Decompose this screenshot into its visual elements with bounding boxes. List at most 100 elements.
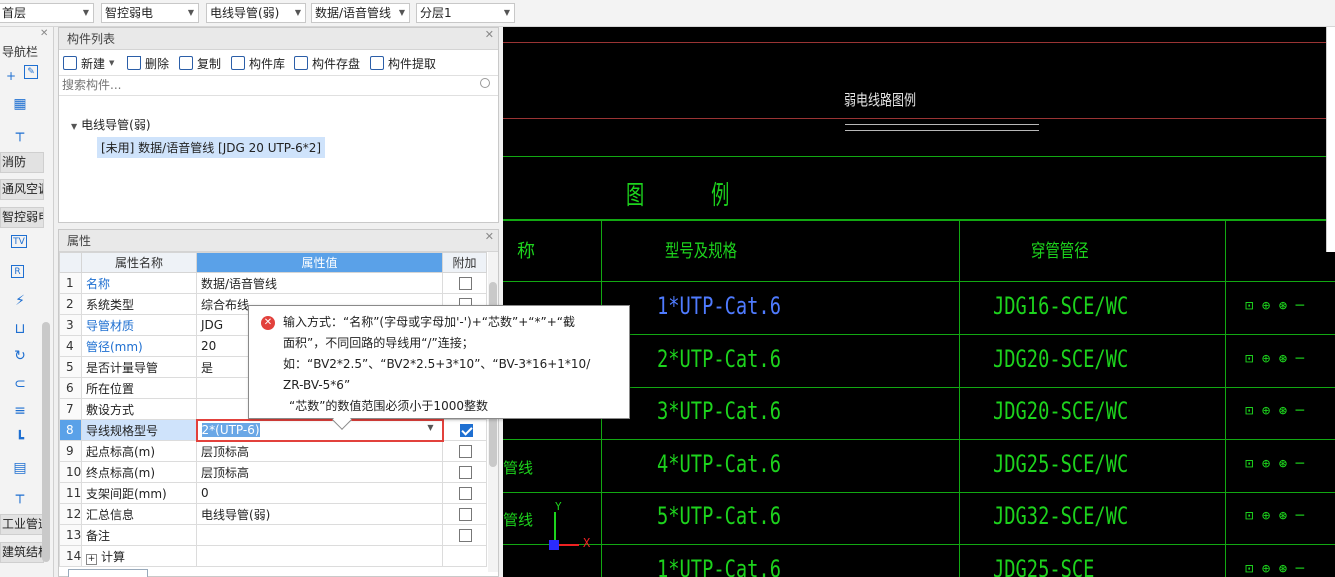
nav-category-structure[interactable]: 建筑结构 [0, 542, 44, 563]
property-value[interactable] [196, 545, 443, 567]
extra-checkbox[interactable] [459, 508, 472, 521]
extra-cell [442, 482, 487, 504]
cad-line [1225, 219, 1226, 577]
row-number: 8 [59, 419, 82, 441]
chevron-down-icon[interactable]: ▼ [427, 423, 433, 432]
header-value[interactable]: 属性值 [196, 252, 443, 273]
property-name: 名称 [81, 272, 197, 294]
nav-category-fire[interactable]: 消防 [0, 152, 44, 173]
cad-legend-heading: 图 例 [626, 181, 758, 211]
extra-checkbox[interactable] [459, 445, 472, 458]
property-name-text: 名称 [86, 276, 111, 291]
close-icon[interactable]: ✕ [485, 226, 494, 248]
row-number: 14 [59, 545, 82, 567]
wire-spec-input[interactable]: 2*(UTP-6) ▼ [195, 418, 444, 442]
cad-conduit: JDG25-SCE/WC [993, 449, 1129, 478]
header-extra[interactable]: 附加 [442, 252, 487, 273]
cad-symbol: ⊡ ⊕ ⊛ ─ [1245, 403, 1305, 419]
axis-x [559, 544, 579, 546]
cable-icon[interactable]: ⊂ [11, 375, 29, 393]
close-icon[interactable]: ✕ [485, 24, 494, 46]
property-row[interactable]: 8 导线规格型号 2*(UTP-6) ▼ [59, 418, 487, 442]
tv-icon[interactable]: TV [11, 235, 27, 248]
extra-checkbox[interactable] [459, 529, 472, 542]
register-icon[interactable]: R [11, 265, 24, 278]
scrollbar[interactable] [42, 322, 50, 562]
extra-cell [442, 440, 487, 462]
row-number: 3 [59, 314, 82, 336]
nav-category-industrial-pipe[interactable]: 工业管道 [0, 514, 44, 535]
tray-icon[interactable]: ⊔ [11, 320, 29, 338]
floor-select[interactable]: 首层 ▼ [0, 3, 94, 23]
nav-category-weak-current[interactable]: 智控弱电 [0, 207, 44, 228]
cad-viewport[interactable]: 弱电线路图例 图 例 称 型号及规格 穿管管径 1*UTP-Cat.6 JDG16… [503, 27, 1335, 577]
discipline-select[interactable]: 智控弱电 ▼ [101, 3, 199, 23]
property-row[interactable]: 1 名称 数据/语音管线 [59, 272, 487, 294]
extract-component-button[interactable]: 构件提取 [370, 54, 436, 72]
wiring-icon[interactable]: ≡ [11, 402, 29, 420]
device-icon[interactable]: ▤ [11, 459, 29, 477]
tooltip-line: 如：“BV2*2.5”、“BV2*2.5+3*10”、“BV-3*16+1*10… [283, 357, 591, 371]
property-value[interactable]: 层顶标高 [196, 461, 443, 483]
property-value[interactable]: 数据/语音管线 [196, 272, 443, 294]
cad-line [503, 156, 1335, 157]
support-icon[interactable]: ┬ [11, 487, 29, 505]
extra-checkbox[interactable] [459, 277, 472, 290]
property-value[interactable]: 电线导管(弱) [196, 503, 443, 525]
save-component-button[interactable]: 构件存盘 [294, 54, 360, 72]
property-row[interactable]: 10 终点标高(m) 层顶标高 [59, 461, 487, 483]
layer-select[interactable]: 分层1 ▼ [416, 3, 515, 23]
search-input[interactable] [62, 76, 472, 94]
tooltip-line: ZR-BV-5*6” [283, 378, 351, 392]
panel-icon[interactable]: ⚡ [11, 292, 29, 310]
extra-checkbox[interactable] [459, 487, 472, 500]
property-row[interactable]: 9 起点标高(m) 层顶标高 [59, 440, 487, 462]
nav-category-hvac[interactable]: 通风空调 [0, 179, 44, 200]
delete-button[interactable]: 删除 [127, 54, 169, 72]
new-button[interactable]: 新建 ▼ [63, 54, 114, 72]
row-number: 13 [59, 524, 82, 546]
extra-cell [442, 503, 487, 525]
component-type-select[interactable]: 电线导管(弱) ▼ [206, 3, 306, 23]
tree-root[interactable]: ▼ 电线导管(弱) [71, 116, 151, 133]
conduit-icon[interactable]: ↻ [11, 347, 29, 365]
library-button[interactable]: 构件库 [231, 54, 285, 72]
chevron-down-icon: ▼ [503, 8, 510, 17]
property-value[interactable]: 层顶标高 [196, 440, 443, 462]
tooltip-line: “芯数”的数值范围必须小于1000整数 [289, 399, 488, 413]
row-number: 5 [59, 356, 82, 378]
property-row[interactable]: 11 支架间距(mm) 0 [59, 482, 487, 504]
component-select[interactable]: 数据/语音管线 ▼ [311, 3, 410, 23]
property-name: 所在位置 [81, 377, 197, 399]
cad-model: 4*UTP-Cat.6 [657, 449, 781, 478]
fitting-icon[interactable]: ┗ [11, 430, 29, 448]
copy-button[interactable]: 复制 [179, 54, 221, 72]
property-row[interactable]: 14 + 计算 [59, 545, 487, 567]
property-value[interactable] [196, 524, 443, 546]
cad-line [959, 219, 960, 577]
edit-icon[interactable]: ✎ [24, 65, 38, 79]
expand-icon[interactable]: + [86, 553, 97, 565]
pipe-icon[interactable]: ┬ [11, 125, 29, 143]
row-number: 1 [59, 272, 82, 294]
trash-icon [127, 56, 141, 70]
cad-line [503, 439, 1335, 440]
cad-line [845, 130, 1039, 131]
add-icon[interactable]: + [2, 67, 20, 85]
property-row[interactable]: 12 汇总信息 电线导管(弱) [59, 503, 487, 525]
bottom-tab[interactable] [68, 569, 148, 577]
wire-spec-value: 2*(UTP-6) [201, 423, 260, 437]
property-row[interactable]: 13 备注 [59, 524, 487, 546]
tree-item-selected[interactable]: [未用] 数据/语音管线 [JDG 20 UTP-6*2] [97, 137, 326, 158]
side-toolbar[interactable] [1326, 27, 1335, 252]
extra-checkbox[interactable] [459, 466, 472, 479]
property-name-text: 导线规格型号 [86, 423, 159, 438]
search-icon[interactable] [480, 78, 490, 88]
close-icon[interactable]: ✕ [40, 28, 48, 39]
property-name: 是否计量导管 [81, 356, 197, 378]
extra-cell [442, 524, 487, 546]
property-value[interactable]: 0 [196, 482, 443, 504]
header-name[interactable]: 属性名称 [81, 252, 197, 273]
extra-checkbox[interactable] [459, 424, 473, 437]
grid-icon[interactable]: ▦ [11, 95, 29, 113]
